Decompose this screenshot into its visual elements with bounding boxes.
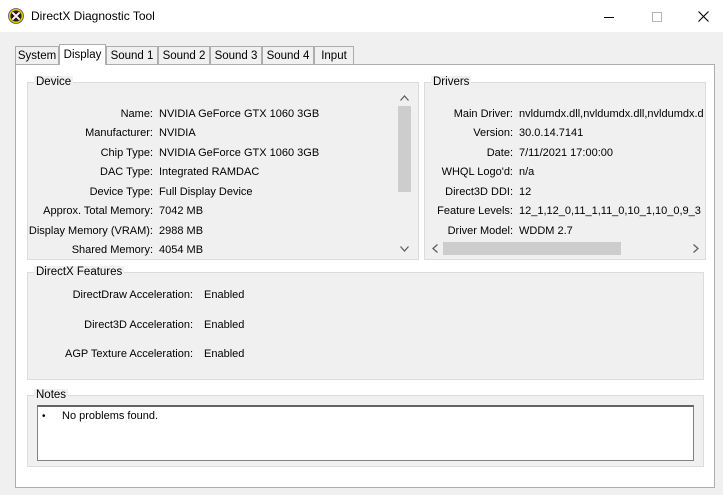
minimize-icon [604, 16, 614, 18]
device-group-title: Device [34, 76, 74, 88]
device-scroll-thumb[interactable] [398, 106, 411, 192]
scroll-left-arrow-icon[interactable] [426, 240, 443, 257]
window-title: DirectX Diagnostic Tool [31, 9, 155, 23]
close-button[interactable] [680, 0, 723, 33]
close-icon [697, 11, 709, 22]
tab-sound-3[interactable]: Sound 3 [210, 46, 262, 65]
scroll-right-arrow-icon[interactable] [687, 240, 704, 257]
minimize-button[interactable] [586, 0, 632, 33]
bullet-icon: • [42, 411, 46, 422]
scroll-up-arrow-icon[interactable] [396, 89, 413, 106]
device-vertical-scrollbar[interactable] [396, 89, 413, 257]
drivers-group-title: Drivers [431, 76, 472, 88]
tab-system[interactable]: System [15, 46, 59, 65]
tab-sound-1[interactable]: Sound 1 [106, 46, 158, 65]
maximize-icon [652, 11, 662, 22]
directx-x-icon [8, 8, 24, 24]
tab-sound-2[interactable]: Sound 2 [158, 46, 210, 65]
tab-input[interactable]: Input [314, 46, 354, 65]
tab-sound-4[interactable]: Sound 4 [262, 46, 314, 65]
note-item: No problems found. [62, 410, 158, 422]
drivers-scroll-thumb[interactable] [443, 242, 621, 255]
maximize-button[interactable] [634, 0, 680, 33]
directx-features-title: DirectX Features [34, 266, 125, 278]
notes-textbox[interactable]: • No problems found. [37, 405, 694, 461]
drivers-list: Main Driver: nvldumdx.dll,nvldumdx.dll,n… [437, 108, 704, 237]
drivers-horizontal-scrollbar[interactable] [426, 240, 704, 257]
notes-title: Notes [34, 389, 69, 401]
title-bar[interactable]: DirectX Diagnostic Tool [0, 0, 723, 33]
scroll-down-arrow-icon[interactable] [396, 240, 413, 257]
tab-display[interactable]: Display [59, 44, 106, 65]
